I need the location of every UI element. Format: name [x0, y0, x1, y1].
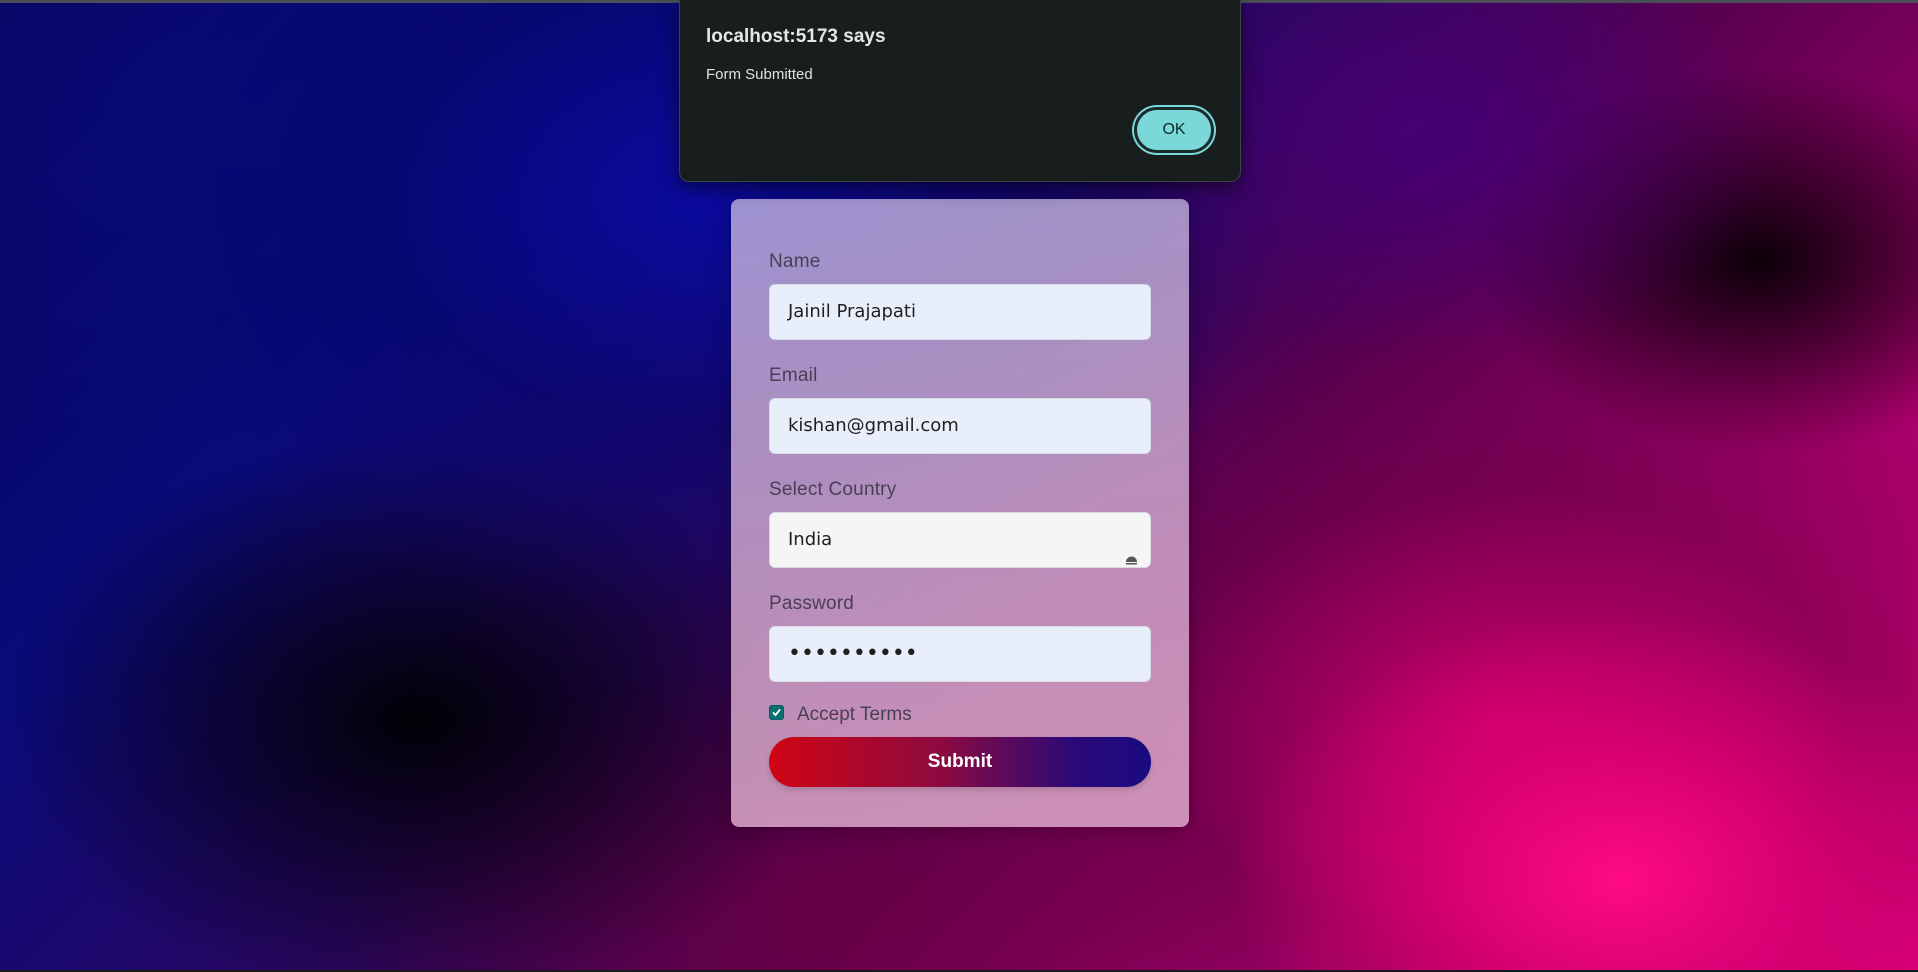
password-input[interactable]: ••••••••••	[769, 626, 1151, 682]
country-select[interactable]: India	[769, 512, 1151, 568]
dialog-message: Form Submitted	[706, 66, 813, 83]
email-input[interactable]: kishan@gmail.com	[769, 398, 1151, 454]
country-label: Select Country	[769, 479, 897, 500]
country-selected-value: India	[788, 529, 833, 550]
ok-button[interactable]: OK	[1134, 107, 1214, 153]
registration-form: Name Jainil Prajapati Email kishan@gmail…	[731, 199, 1189, 827]
accept-terms-checkbox[interactable]	[769, 705, 784, 720]
alert-dialog: localhost:5173 says Form Submitted OK	[679, 0, 1241, 182]
password-label: Password	[769, 593, 855, 614]
name-label: Name	[769, 251, 821, 272]
checkmark-icon	[772, 708, 781, 717]
dropdown-arrow-icon	[1125, 533, 1138, 565]
submit-button[interactable]: Submit	[769, 737, 1151, 787]
accept-terms-label: Accept Terms	[797, 704, 912, 725]
name-input[interactable]: Jainil Prajapati	[769, 284, 1151, 340]
dialog-title: localhost:5173 says	[706, 26, 886, 47]
email-label: Email	[769, 365, 818, 386]
